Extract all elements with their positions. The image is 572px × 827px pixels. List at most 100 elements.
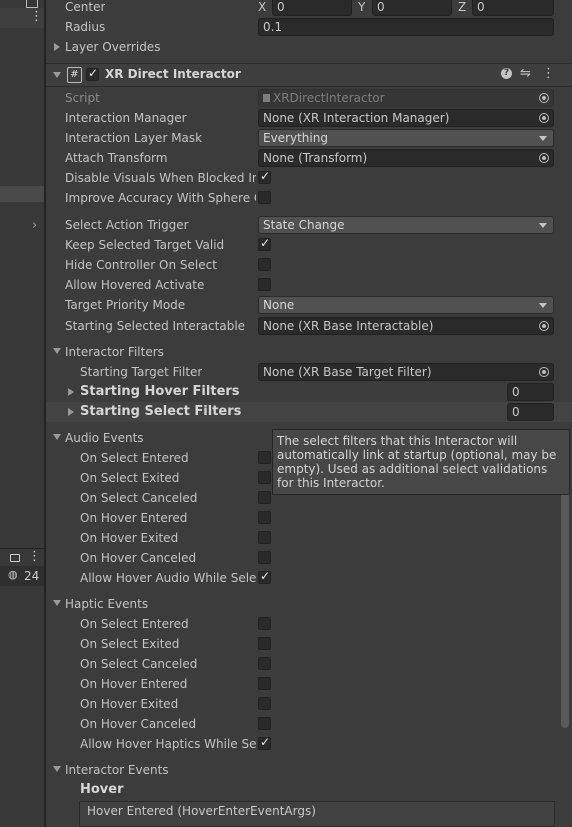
haptic-event-checkbox[interactable]	[258, 735, 271, 750]
haptic-event-row: On Select Exited	[46, 634, 556, 654]
haptic-event-row: On Select Entered	[46, 614, 556, 634]
foldout-arrow-icon[interactable]	[53, 600, 61, 606]
haptic-event-row: On Hover Exited	[46, 694, 556, 714]
haptic-event-label: On Hover Entered	[80, 677, 188, 691]
audio-event-checkbox[interactable]	[258, 451, 271, 464]
attach-transform-field[interactable]: None (Transform)	[258, 149, 554, 167]
selected-row[interactable]	[0, 186, 44, 202]
disable-visuals-checkbox[interactable]	[258, 169, 271, 184]
improve-accuracy-row: Improve Accuracy With Sphere Coll	[46, 188, 556, 208]
audio-event-checkbox[interactable]	[258, 531, 271, 544]
chevron-right-icon[interactable]: ›	[32, 218, 37, 233]
haptic-event-checkbox[interactable]	[258, 697, 271, 710]
keep-selected-label: Keep Selected Target Valid	[65, 238, 225, 252]
component-enabled-checkbox[interactable]	[86, 66, 99, 81]
hover-filters-count-field[interactable]: 0	[507, 383, 554, 401]
foldout-arrow-icon[interactable]	[54, 43, 60, 51]
haptic-event-checkbox[interactable]	[258, 677, 271, 690]
hidden-eye-icon[interactable]: ◍	[8, 568, 18, 581]
haptic-event-checkbox[interactable]	[258, 717, 271, 730]
foldout-arrow-icon[interactable]	[68, 408, 74, 416]
dropdown-arrow-icon	[539, 136, 547, 141]
inspector-scrollbar[interactable]	[561, 488, 569, 728]
object-picker-icon[interactable]	[539, 321, 549, 331]
haptic-event-checkbox[interactable]	[258, 657, 271, 670]
foldout-arrow-icon[interactable]	[53, 766, 61, 772]
audio-event-label: On Select Entered	[80, 451, 189, 465]
center-label: Center	[65, 0, 106, 14]
hover-entered-event[interactable]: Hover Entered (HoverEnterEventArgs)	[79, 801, 555, 827]
component-header[interactable]: # XR Direct Interactor ? ⇋ ⋮	[46, 63, 572, 87]
keep-selected-checkbox[interactable]	[258, 236, 271, 251]
audio-event-label: On Hover Entered	[80, 511, 188, 525]
target-filter-field[interactable]: None (XR Base Target Filter)	[258, 363, 554, 381]
interactor-events-foldout[interactable]: Interactor Events	[46, 760, 556, 780]
audio-event-checkbox[interactable]	[258, 551, 271, 564]
foldout-arrow-icon[interactable]	[68, 388, 74, 396]
kebab-menu-icon[interactable]: ⋮	[542, 66, 555, 81]
window-icon[interactable]	[26, 0, 38, 8]
select-trigger-label: Select Action Trigger	[65, 218, 189, 232]
select-trigger-row: Select Action Trigger State Change	[46, 215, 556, 235]
center-y-field[interactable]: 0	[372, 0, 452, 16]
allow-hovered-checkbox[interactable]	[258, 278, 271, 291]
haptic-event-checkbox[interactable]	[258, 617, 271, 630]
radius-field[interactable]: 0.1	[258, 18, 554, 36]
preset-sliders-icon[interactable]: ⇋	[520, 66, 531, 81]
starting-selected-label: Starting Selected Interactable	[65, 319, 246, 333]
audio-event-label: Allow Hover Audio While Selecting	[80, 571, 256, 585]
priority-mode-row: Target Priority Mode None	[46, 295, 556, 315]
hide-controller-checkbox[interactable]	[258, 258, 271, 271]
script-hash-icon: #	[67, 67, 82, 83]
layer-overrides-foldout[interactable]: Layer Overrides	[46, 37, 556, 57]
haptic-event-row: On Select Canceled	[46, 654, 556, 674]
haptic-events-foldout[interactable]: Haptic Events	[46, 594, 556, 614]
lock-icon[interactable]	[10, 554, 20, 562]
kebab-menu-icon[interactable]: ⋮	[28, 550, 41, 564]
audio-event-label: On Hover Canceled	[80, 551, 197, 565]
haptic-event-label: On Hover Canceled	[80, 717, 197, 731]
object-picker-icon[interactable]	[539, 113, 549, 123]
haptic-event-label: On Select Entered	[80, 617, 189, 631]
audio-event-row: On Hover Entered	[46, 508, 556, 528]
x-axis-label: X	[258, 0, 267, 14]
select-filters-label: Starting Select Filters	[80, 404, 242, 419]
hover-filters-row[interactable]: Starting Hover Filters 0	[46, 382, 556, 402]
target-filter-row: Starting Target Filter None (XR Base Tar…	[46, 362, 556, 382]
script-label: Script	[65, 91, 100, 105]
foldout-arrow-icon[interactable]	[53, 348, 61, 354]
audio-event-checkbox[interactable]	[258, 491, 271, 504]
object-picker-icon[interactable]	[539, 367, 549, 377]
foldout-arrow-icon[interactable]	[53, 434, 61, 440]
center-z-field[interactable]: 0	[472, 0, 554, 16]
audio-event-checkbox[interactable]	[258, 471, 271, 484]
improve-accuracy-checkbox[interactable]	[258, 191, 271, 204]
center-x-field[interactable]: 0	[272, 0, 352, 16]
starting-selected-field[interactable]: None (XR Base Interactable)	[258, 317, 554, 335]
haptic-event-checkbox[interactable]	[258, 637, 271, 650]
kebab-menu-icon[interactable]: ⋮	[30, 10, 43, 24]
select-trigger-dropdown[interactable]: State Change	[258, 216, 554, 234]
layer-mask-dropdown[interactable]: Everything	[258, 129, 554, 147]
priority-mode-dropdown[interactable]: None	[258, 296, 554, 314]
select-filters-count-field[interactable]: 0	[507, 403, 554, 421]
select-filters-row[interactable]: Starting Select Filters 0	[46, 402, 572, 422]
script-value: XRDirectInteractor	[273, 91, 385, 105]
hover-group-label: Hover	[80, 782, 124, 797]
starting-selected-row: Starting Selected Interactable None (XR …	[46, 316, 556, 336]
interactor-filters-foldout[interactable]: Interactor Filters	[46, 342, 556, 362]
layer-mask-value: Everything	[263, 131, 328, 145]
hierarchy-panel: ⋮ › ⋮ ◍ 24	[0, 0, 44, 827]
collapse-arrow-icon[interactable]	[53, 72, 61, 78]
audio-events-header: Audio Events	[65, 431, 144, 445]
interaction-manager-row: Interaction Manager None (XR Interaction…	[46, 108, 556, 128]
help-icon[interactable]: ?	[501, 68, 512, 79]
haptic-event-label: On Select Canceled	[80, 657, 198, 671]
audio-event-checkbox[interactable]	[258, 511, 271, 524]
hidden-count: 24	[24, 569, 40, 583]
audio-event-checkbox[interactable]	[258, 569, 271, 584]
attach-transform-value: None (Transform)	[263, 151, 368, 165]
hover-entered-label: Hover Entered (HoverEnterEventArgs)	[87, 804, 316, 818]
interaction-manager-field[interactable]: None (XR Interaction Manager)	[258, 109, 554, 127]
object-picker-icon[interactable]	[539, 153, 549, 163]
